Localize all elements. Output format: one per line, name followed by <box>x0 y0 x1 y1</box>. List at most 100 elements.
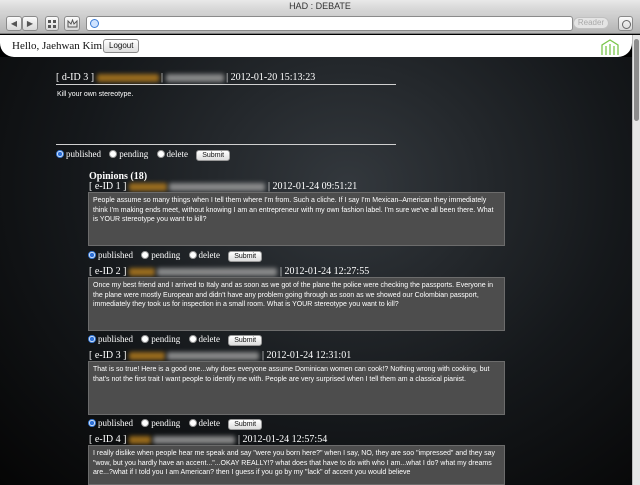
radio-pending[interactable]: pending <box>109 149 148 159</box>
radio-label: pending <box>151 250 181 260</box>
opinion-status-group: published pending delete Submit <box>88 334 263 346</box>
radio-dot[interactable] <box>188 251 197 259</box>
redacted-author-name <box>128 351 165 360</box>
page-header: Hello, Jaehwan Kim. | Logout <box>0 35 632 57</box>
radio-label: published <box>98 334 133 344</box>
redacted-author-email <box>169 182 266 191</box>
downloads-button[interactable] <box>618 16 633 31</box>
debate-timestamp: | 2012-01-20 15:13:23 <box>226 72 316 83</box>
reader-button[interactable]: Reader <box>573 17 609 29</box>
opinion-meta: [ e-ID 2 ] | 2012-01-24 12:27:55 <box>89 266 369 277</box>
reader-label: Reader <box>577 18 605 27</box>
opinion-timestamp: | 2012-01-24 12:57:54 <box>237 434 328 445</box>
forward-button[interactable]: ▶ <box>22 16 38 31</box>
opinion-submit-button[interactable]: Submit <box>228 335 263 346</box>
radio-dot[interactable] <box>141 251 150 259</box>
meta-separator: | <box>161 72 164 83</box>
debate-submit-button[interactable]: Submit <box>196 150 231 161</box>
redacted-author-name <box>128 267 155 276</box>
radio-label: delete <box>198 334 221 344</box>
opinion-textarea[interactable]: People assume so many things when I tell… <box>88 192 505 246</box>
radio-dot[interactable] <box>156 150 165 158</box>
opinion-meta: [ e-ID 1 ] | 2012-01-24 09:51:21 <box>89 181 357 192</box>
debate-bottom-divider <box>56 144 396 145</box>
opinion-id: [ e-ID 4 ] <box>89 434 127 445</box>
opinion-submit-button[interactable]: Submit <box>228 251 263 262</box>
radio-published[interactable]: published <box>88 418 133 428</box>
radio-dot[interactable] <box>56 150 64 158</box>
radio-label: delete <box>166 149 189 159</box>
radio-label: delete <box>198 418 221 428</box>
radio-label: pending <box>151 418 181 428</box>
debate-id: [ d-ID 3 ] <box>56 72 95 83</box>
radio-delete[interactable]: delete <box>188 418 221 428</box>
radio-published[interactable]: published <box>56 149 101 159</box>
top-sites-button[interactable] <box>45 16 59 31</box>
radio-dot[interactable] <box>141 419 150 427</box>
opinion-status-group: published pending delete Submit <box>88 250 263 262</box>
redacted-author-name <box>96 73 159 82</box>
radio-delete[interactable]: delete <box>156 149 189 159</box>
address-bar[interactable] <box>86 16 573 31</box>
crown-icon <box>67 18 77 28</box>
radio-dot[interactable] <box>88 251 96 259</box>
radio-label: pending <box>151 334 181 344</box>
user-greeting: Hello, Jaehwan Kim. | <box>12 40 110 52</box>
debate-meta: [ d-ID 3 ] | | 2012-01-20 15:13:23 <box>56 72 315 83</box>
radio-pending[interactable]: pending <box>141 334 180 344</box>
scrollbar-thumb[interactable] <box>634 39 639 121</box>
radio-pending[interactable]: pending <box>141 418 180 428</box>
debate-status-group: published pending delete Submit <box>56 149 231 161</box>
radio-pending[interactable]: pending <box>141 250 180 260</box>
building-logo-icon <box>601 39 619 55</box>
opinion-meta: [ e-ID 3 ] | 2012-01-24 12:31:01 <box>89 350 351 361</box>
opinion-status-group: published pending delete Submit <box>88 418 263 430</box>
opinion-id: [ e-ID 1 ] <box>89 181 127 192</box>
debate-content: [ d-ID 3 ] | | 2012-01-20 15:13:23 Kill … <box>0 57 632 485</box>
opinion-submit-button[interactable]: Submit <box>228 419 263 430</box>
opinion-textarea[interactable]: That is so true! Here is a good one...wh… <box>88 361 505 415</box>
opinion-id: [ e-ID 3 ] <box>89 350 127 361</box>
radio-published[interactable]: published <box>88 334 133 344</box>
radio-delete[interactable]: delete <box>188 334 221 344</box>
radio-published[interactable]: published <box>88 250 133 260</box>
radio-label: delete <box>198 250 221 260</box>
redacted-author-email <box>153 435 236 444</box>
page-scrollbar[interactable] <box>632 35 640 485</box>
back-button[interactable]: ◀ <box>6 16 22 31</box>
window-titlebar: HAD : DEBATE <box>0 0 640 12</box>
redacted-author-email <box>167 351 260 360</box>
grid-icon <box>48 20 56 28</box>
radio-dot[interactable] <box>141 335 150 343</box>
debate-divider <box>56 84 396 85</box>
browser-toolbar: ◀ ▶ Reader <box>0 12 640 34</box>
redacted-author-name <box>128 182 167 191</box>
opinion-meta: [ e-ID 4 ] | 2012-01-24 12:57:54 <box>89 434 327 445</box>
window-title: HAD : DEBATE <box>289 1 351 11</box>
redacted-author-email <box>157 267 278 276</box>
logout-button[interactable]: Logout <box>103 39 140 53</box>
globe-icon <box>90 19 99 28</box>
bookmarks-button[interactable] <box>64 16 80 31</box>
opinion-id: [ e-ID 2 ] <box>89 266 127 277</box>
opinion-textarea[interactable]: I really dislike when people hear me spe… <box>88 445 505 485</box>
back-arrow-icon: ◀ <box>10 19 18 28</box>
opinion-timestamp: | 2012-01-24 09:51:21 <box>267 181 358 192</box>
opinion-textarea[interactable]: Once my best friend and I arrived to Ita… <box>88 277 505 331</box>
radio-dot[interactable] <box>88 419 96 427</box>
redacted-author-email <box>165 73 224 82</box>
radio-dot[interactable] <box>188 335 197 343</box>
radio-delete[interactable]: delete <box>188 250 221 260</box>
redacted-author-name <box>128 435 151 444</box>
radio-dot[interactable] <box>109 150 118 158</box>
opinion-timestamp: | 2012-01-24 12:31:01 <box>261 350 352 361</box>
opinion-timestamp: | 2012-01-24 12:27:55 <box>279 266 370 277</box>
debate-text: Kill your own stereotype. <box>57 91 134 98</box>
radio-label: published <box>98 418 133 428</box>
radio-label: published <box>66 149 101 159</box>
radio-label: published <box>98 250 133 260</box>
radio-dot[interactable] <box>88 335 96 343</box>
forward-arrow-icon: ▶ <box>26 19 34 28</box>
radio-dot[interactable] <box>188 419 197 427</box>
radio-label: pending <box>119 149 149 159</box>
